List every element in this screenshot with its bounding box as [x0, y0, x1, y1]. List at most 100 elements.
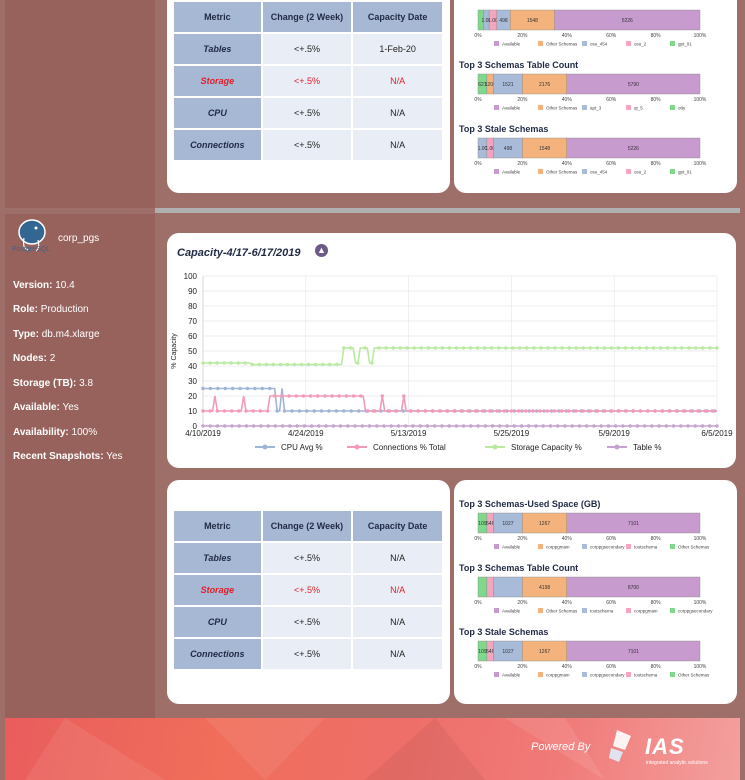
- info-key: Available:: [13, 402, 60, 413]
- series-point: [664, 424, 669, 428]
- series-point: [461, 346, 466, 350]
- legend-swatch: [582, 672, 587, 677]
- y-tick-label: 30: [188, 377, 197, 386]
- axis-tick-label: 40%: [562, 161, 573, 167]
- y-tick-label: 70: [188, 317, 197, 326]
- series-point: [567, 346, 571, 350]
- legend-swatch: [626, 169, 631, 174]
- series-point: [532, 346, 536, 350]
- series-point: [419, 346, 423, 350]
- axis-tick-label: 60%: [606, 33, 617, 39]
- series-point: [287, 394, 291, 398]
- series-point: [671, 424, 676, 428]
- series-point: [208, 424, 212, 428]
- legend-marker: [614, 444, 620, 450]
- series-point: [616, 346, 621, 350]
- collapse-chevron-icon[interactable]: ▲: [315, 244, 328, 257]
- series-point: [606, 424, 611, 428]
- axis-tick-label: 20%: [517, 33, 528, 39]
- metric-row-cpu: CPU <+.5% N/A: [174, 98, 442, 128]
- series-point: [548, 424, 553, 428]
- series-point: [703, 409, 707, 413]
- axis-tick-label: 0%: [474, 97, 482, 103]
- metric-row-storage: Storage <+.5% N/A: [174, 66, 442, 96]
- series-point: [527, 424, 531, 428]
- series-point: [621, 424, 625, 428]
- axis-tick-label: 60%: [606, 97, 617, 103]
- metric-row-storage: Storage <+.5% N/A: [174, 575, 442, 605]
- x-tick-label: 5/9/2019: [599, 429, 631, 438]
- series-point: [316, 394, 320, 398]
- axis-tick-label: 100%: [694, 33, 707, 39]
- segment-value: 2176: [539, 82, 550, 88]
- series-point: [701, 346, 705, 350]
- segment-value: 7101: [628, 649, 639, 655]
- info-available: Available: Yes: [13, 402, 79, 413]
- legend-label: Table %: [633, 443, 661, 452]
- change-value: <+.5%: [262, 66, 352, 96]
- series-point: [412, 346, 416, 350]
- series-point: [563, 424, 567, 428]
- axis-tick-label: 20%: [517, 536, 528, 542]
- segment-value: 4198: [539, 585, 550, 591]
- series-point: [488, 409, 492, 413]
- legend-label: Other Schemas: [546, 106, 578, 111]
- legend-swatch: [582, 41, 587, 46]
- series-point: [297, 409, 302, 413]
- series-point: [468, 346, 473, 350]
- axis-tick-label: 100%: [694, 664, 707, 670]
- series-point: [313, 362, 318, 367]
- bottom-schema-charts-card: Top 3 Schemas-Used Space (GB) 109 546 1027 1…: [454, 480, 737, 704]
- info-nodes: Nodes: 2: [13, 353, 55, 364]
- series-point: [405, 346, 409, 350]
- legend-swatch: [670, 41, 675, 46]
- series-point: [346, 424, 350, 428]
- series-point: [306, 362, 311, 367]
- series-point: [623, 346, 628, 350]
- series-point: [299, 362, 304, 367]
- header-capacity-date: Capacity Date: [353, 511, 442, 541]
- sidebar-top: [5, 0, 155, 208]
- series-point: [681, 409, 686, 413]
- stack-segment: [477, 576, 488, 598]
- series-point: [238, 386, 242, 391]
- series-point: [292, 362, 297, 367]
- legend-label: otty: [678, 106, 686, 111]
- powered-by-text: Powered By: [531, 741, 591, 753]
- series-point: [360, 424, 364, 428]
- ias-logo-icon[interactable]: [607, 728, 647, 764]
- series-point: [581, 346, 585, 350]
- series-point: [666, 346, 670, 350]
- y-tick-label: 80: [188, 302, 197, 311]
- header-capacity-date: Capacity Date: [353, 2, 442, 32]
- series-point: [236, 361, 240, 365]
- series-point: [452, 409, 456, 413]
- header-metric: Metric: [174, 2, 261, 32]
- change-value: <+.5%: [262, 34, 352, 64]
- info-version: Version: 10.4: [13, 280, 75, 291]
- segment-value: 1027: [502, 521, 513, 527]
- series-point: [657, 424, 661, 428]
- series-point: [370, 361, 374, 365]
- legend-label: Other Schemas: [546, 609, 578, 614]
- row-label: Connections: [174, 639, 261, 669]
- y-tick-label: 100: [184, 272, 198, 281]
- series-point: [680, 346, 684, 350]
- series-point: [323, 394, 327, 398]
- axis-tick-label: 20%: [517, 664, 528, 670]
- y-tick-label: 90: [188, 287, 197, 296]
- section-divider: [155, 208, 740, 213]
- series-point: [433, 346, 438, 350]
- series-point: [327, 409, 331, 413]
- legend-label: corppgmain: [546, 545, 570, 550]
- y-tick-label: 20: [188, 392, 197, 401]
- series-point: [391, 346, 395, 350]
- legend-label: Other Schemas: [678, 545, 710, 550]
- series-point: [630, 346, 635, 350]
- series-point: [251, 409, 255, 413]
- series-point: [660, 409, 664, 413]
- row-label: Storage: [174, 575, 261, 605]
- series-point: [382, 424, 386, 428]
- legend-swatch: [626, 544, 631, 549]
- stack-title: Top 3 Schemas-Used Space (GB): [459, 499, 600, 509]
